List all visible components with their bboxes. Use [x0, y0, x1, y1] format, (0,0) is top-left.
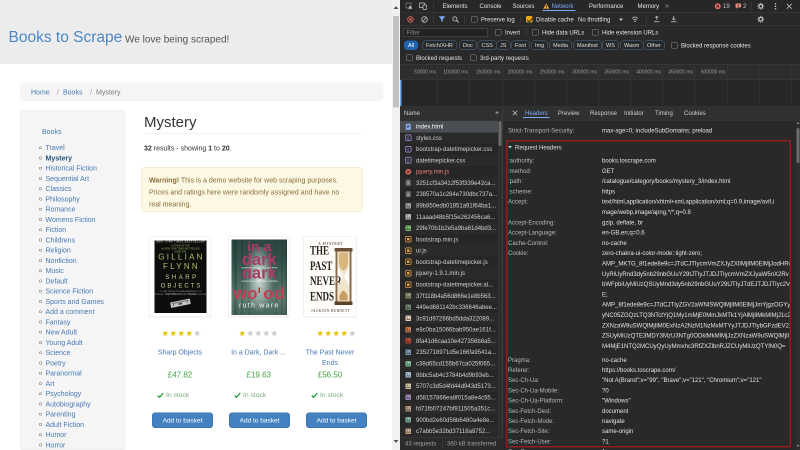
- svg-text:{}: {}: [407, 159, 410, 163]
- svg-text:{}: {}: [407, 136, 410, 140]
- svg-text:A: A: [407, 192, 410, 197]
- svg-text:A: A: [407, 180, 410, 185]
- svg-text:{}: {}: [407, 147, 410, 151]
